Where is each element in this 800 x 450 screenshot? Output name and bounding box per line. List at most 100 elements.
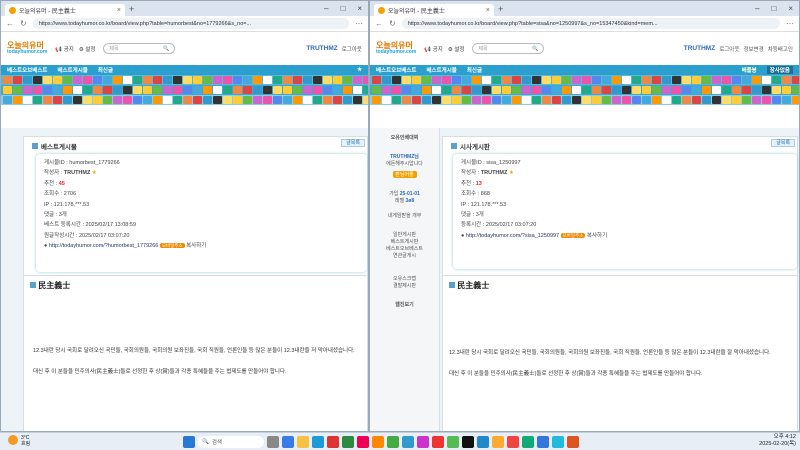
sidebar-link[interactable]: 결말제시판: [370, 282, 439, 289]
board-icon[interactable]: [313, 96, 322, 104]
board-icon[interactable]: [213, 86, 222, 94]
board-icon[interactable]: [682, 96, 691, 104]
board-icon[interactable]: [722, 96, 731, 104]
app-icon-9[interactable]: [447, 436, 459, 448]
board-icon[interactable]: [283, 86, 292, 94]
board-icon[interactable]: [183, 76, 192, 84]
sidebar-link[interactable]: 오유스크랩: [370, 275, 439, 282]
taskbar-search[interactable]: 🔍 검색: [198, 436, 264, 448]
sidebar-user[interactable]: TRUTHMZ님: [370, 153, 439, 160]
board-icon[interactable]: [532, 96, 541, 104]
board-icon[interactable]: [422, 86, 431, 94]
board-icon[interactable]: [43, 96, 52, 104]
board-icon[interactable]: [33, 96, 42, 104]
board-icon[interactable]: [273, 76, 282, 84]
board-icon[interactable]: [562, 76, 571, 84]
app-icon-13[interactable]: [507, 436, 519, 448]
search-icon[interactable]: 🔍: [532, 46, 538, 52]
board-icon[interactable]: [392, 96, 401, 104]
board-icon[interactable]: [293, 96, 302, 104]
app-icon-15[interactable]: [537, 436, 549, 448]
board-icon[interactable]: [422, 96, 431, 104]
board-icon[interactable]: [502, 86, 511, 94]
board-icon[interactable]: [752, 96, 761, 104]
menu-right-icon[interactable]: ★: [357, 67, 362, 73]
board-icon[interactable]: [43, 76, 52, 84]
board-icon[interactable]: [562, 96, 571, 104]
board-icon[interactable]: [402, 96, 411, 104]
board-icon[interactable]: [672, 76, 681, 84]
board-icon[interactable]: [23, 76, 32, 84]
board-icon[interactable]: [113, 86, 122, 94]
close-tab-icon[interactable]: ×: [117, 7, 121, 14]
board-icon[interactable]: [652, 96, 661, 104]
board-icon[interactable]: [93, 96, 102, 104]
board-icon[interactable]: [163, 76, 172, 84]
board-icon[interactable]: [542, 86, 551, 94]
board-icon[interactable]: [163, 86, 172, 94]
board-icon[interactable]: [782, 86, 791, 94]
edge-icon[interactable]: [312, 436, 324, 448]
board-icon[interactable]: [782, 96, 791, 104]
notice-link[interactable]: 📢 공지: [55, 45, 74, 53]
board-icon[interactable]: [123, 96, 132, 104]
sidebar-link[interactable]: 연관글게시: [370, 252, 439, 259]
browser-tab[interactable]: 오늘의유머 - 民主義士 ×: [5, 4, 125, 16]
board-icon[interactable]: [73, 96, 82, 104]
board-icon[interactable]: [532, 86, 541, 94]
board-icon[interactable]: [672, 86, 681, 94]
board-icon[interactable]: [692, 96, 701, 104]
board-icon[interactable]: [382, 96, 391, 104]
app-icon-5[interactable]: [387, 436, 399, 448]
board-icon[interactable]: [412, 96, 421, 104]
menu-account[interactable]: 장사없음: [766, 66, 793, 74]
board-icon[interactable]: [492, 76, 501, 84]
board-icon[interactable]: [233, 86, 242, 94]
board-icon[interactable]: [83, 76, 92, 84]
board-icon[interactable]: [522, 96, 531, 104]
board-icon[interactable]: [103, 76, 112, 84]
board-icon[interactable]: [682, 76, 691, 84]
board-icon[interactable]: [153, 86, 162, 94]
app-icon-11[interactable]: [477, 436, 489, 448]
board-icon[interactable]: [243, 76, 252, 84]
logout-link[interactable]: 로그아웃: [342, 45, 362, 53]
board-icon[interactable]: [353, 76, 362, 84]
board-icon[interactable]: [762, 76, 771, 84]
board-icon[interactable]: [742, 76, 751, 84]
board-icon[interactable]: [163, 96, 172, 104]
sidebar-link[interactable]: 베스트게시판: [370, 238, 439, 245]
board-icon[interactable]: [512, 96, 521, 104]
board-icon[interactable]: [442, 86, 451, 94]
list-button[interactable]: 글목록: [771, 139, 795, 147]
app-icon-17[interactable]: [567, 436, 579, 448]
board-icon[interactable]: [772, 96, 781, 104]
board-icon[interactable]: [552, 86, 561, 94]
files-icon[interactable]: [282, 436, 294, 448]
board-icon[interactable]: [432, 76, 441, 84]
board-icon[interactable]: [592, 86, 601, 94]
board-icon[interactable]: [482, 86, 491, 94]
user-name[interactable]: TRUTHMZ: [306, 45, 337, 52]
board-icon[interactable]: [303, 96, 312, 104]
board-icon[interactable]: [173, 86, 182, 94]
board-icon[interactable]: [542, 96, 551, 104]
board-icon[interactable]: [772, 86, 781, 94]
board-icon[interactable]: [323, 76, 332, 84]
board-icon[interactable]: [462, 96, 471, 104]
board-icon[interactable]: [363, 76, 368, 84]
board-icon[interactable]: [382, 76, 391, 84]
board-icon[interactable]: [243, 96, 252, 104]
board-icon[interactable]: [452, 76, 461, 84]
app-icon-4[interactable]: [372, 436, 384, 448]
post-link[interactable]: http://todayhumor.com/?humorbest_1779266: [49, 243, 158, 249]
board-icon[interactable]: [263, 96, 272, 104]
board-icon[interactable]: [432, 96, 441, 104]
maximize-icon[interactable]: □: [771, 4, 776, 13]
board-icon[interactable]: [622, 96, 631, 104]
board-icon[interactable]: [3, 86, 12, 94]
board-icon[interactable]: [333, 76, 342, 84]
board-icon[interactable]: [672, 96, 681, 104]
board-icon[interactable]: [622, 86, 631, 94]
task-view-icon[interactable]: [267, 436, 279, 448]
